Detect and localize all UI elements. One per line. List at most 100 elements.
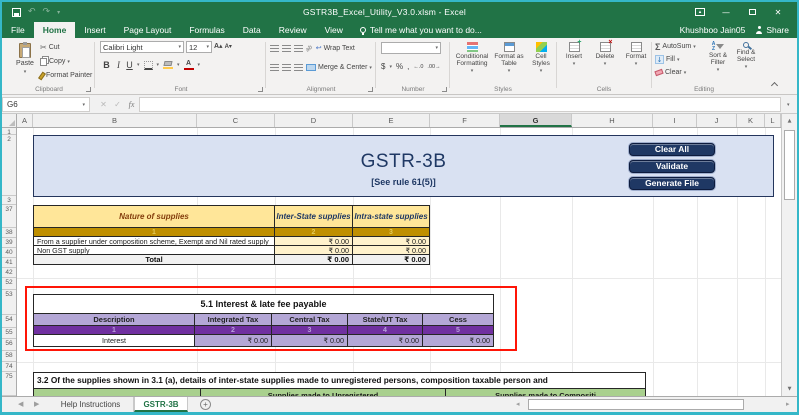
amount-cell[interactable]: ₹ 0.00 [353,237,429,246]
amount-cell[interactable]: ₹ 0.00 [423,335,493,346]
sheet-nav-right-icon[interactable]: ▶ [34,397,39,412]
sort-filter-button[interactable]: A Z Sort & Filter ▾ [706,42,730,74]
add-sheet-icon[interactable]: + [200,399,211,410]
tell-me-box[interactable]: Tell me what you want to do... [352,22,490,38]
row-header[interactable]: 1 [2,128,16,136]
header-cell[interactable] [34,389,201,396]
borders-button[interactable] [143,60,153,70]
insert-cells-button[interactable]: + Insert ▾ [561,39,587,68]
maximize-button[interactable] [739,2,765,22]
scroll-down-icon[interactable]: ▼ [782,386,797,392]
tab-file[interactable]: File [2,22,34,38]
index-cell[interactable]: 1 [34,326,195,335]
row-label-cell[interactable]: From a supplier under composition scheme… [34,237,275,246]
header-cell[interactable]: Description [34,314,195,326]
collapse-ribbon-icon[interactable] [770,81,779,90]
generate-file-button[interactable]: Generate File [629,177,715,190]
format-cells-button[interactable]: Format ▾ [623,42,649,68]
column-header-a[interactable]: A [17,114,33,127]
ribbon-display-options-button[interactable]: ▴ [687,2,713,22]
vertical-scroll-thumb[interactable] [784,130,795,200]
orientation-icon[interactable]: ab [305,44,314,53]
amount-cell[interactable]: ₹ 0.00 [353,246,429,255]
tab-view[interactable]: View [316,22,352,38]
dialog-launcher-icon[interactable] [86,87,91,92]
bold-button[interactable]: B [102,60,111,70]
name-box[interactable]: G6 ▾ [2,97,90,112]
column-header-l[interactable]: L [765,114,781,127]
fill-button[interactable]: ↓ Fill ▾ [655,54,696,65]
dialog-launcher-icon[interactable] [442,87,447,92]
spreadsheet-grid[interactable]: GSTR-3B [See rule 61(5)] Clear All Valid… [17,128,781,396]
comma-format-button[interactable]: , [407,62,409,71]
wrap-text-button[interactable]: ↩ Wrap Text [316,43,355,54]
index-cell[interactable]: 3 [272,326,348,335]
row-header[interactable]: 40 [2,248,16,258]
index-cell[interactable]: 1 [34,228,275,237]
row-header[interactable]: 53 [2,290,16,315]
row-header[interactable]: 56 [2,339,16,351]
tab-page-layout[interactable]: Page Layout [115,22,181,38]
section-title[interactable]: 5.1 Interest & late fee payable [34,295,493,314]
tab-insert[interactable]: Insert [75,22,114,38]
tab-data[interactable]: Data [234,22,270,38]
font-color-button[interactable]: A [183,60,194,70]
qat-customize-icon[interactable]: ▾ [57,8,60,17]
row-header[interactable]: 52 [2,278,16,290]
amount-cell[interactable]: ₹ 0.00 [272,335,348,346]
column-header-c[interactable]: C [197,114,275,127]
align-middle-icon[interactable] [282,45,291,52]
column-header-f[interactable]: F [430,114,500,127]
header-cell[interactable]: State/UT Tax [348,314,423,326]
column-header-g-selected[interactable]: G [500,114,572,127]
column-header-k[interactable]: K [737,114,765,127]
share-button[interactable]: Share [755,25,789,35]
header-cell[interactable]: Nature of supplies [34,206,275,228]
save-icon[interactable] [12,7,21,17]
increase-decimal-icon[interactable]: ←.0 [413,64,423,70]
amount-cell[interactable]: ₹ 0.00 [348,335,423,346]
horizontal-scroll-thumb[interactable] [528,399,744,410]
align-right-icon[interactable] [294,64,303,71]
tab-review[interactable]: Review [270,22,316,38]
minimize-button[interactable]: — [713,2,739,22]
undo-icon[interactable]: ↶ [28,7,36,17]
currency-format-button[interactable]: $ [381,62,385,71]
cell-styles-button[interactable]: Cell Styles ▾ [528,42,554,75]
tab-home[interactable]: Home [33,22,76,38]
sheet-tab-gstr3b-active[interactable]: GSTR-3B [134,397,188,412]
index-cell[interactable]: 2 [275,228,353,237]
row-header[interactable]: 3 [2,196,16,205]
clear-button[interactable]: Clear ▾ [654,67,696,78]
header-cell[interactable]: Intra-state supplies [353,206,429,228]
row-header[interactable]: 41 [2,258,16,268]
total-amount-cell[interactable]: ₹ 0.00 [275,255,353,264]
delete-cells-button[interactable]: × Delete ▾ [592,39,618,68]
header-cell[interactable]: Cess [423,314,493,326]
amount-cell[interactable]: ₹ 0.00 [275,237,353,246]
header-cell[interactable]: Supplies made to Compositi [446,389,645,396]
sheet-nav-left-icon[interactable]: ◀ [18,397,23,412]
align-center-icon[interactable] [282,64,291,71]
shrink-font-button[interactable]: A▾ [225,44,232,50]
enter-icon[interactable]: ✓ [111,97,124,112]
dialog-launcher-icon[interactable] [368,87,373,92]
column-header-h[interactable]: H [572,114,653,127]
row-header[interactable]: 37 [2,205,16,228]
align-bottom-icon[interactable] [294,45,303,52]
align-left-icon[interactable] [270,64,279,71]
column-header-e[interactable]: E [353,114,430,127]
row-header[interactable]: 42 [2,268,16,278]
row-header[interactable]: 39 [2,238,16,248]
font-family-select[interactable]: Calibri Light ▾ [100,41,184,53]
conditional-formatting-button[interactable]: Conditional Formatting ▾ [454,42,490,75]
decrease-decimal-icon[interactable]: .00→ [427,64,440,70]
copy-button[interactable]: Copy ▾ [40,56,92,67]
row-header[interactable]: 74 [2,362,16,372]
percent-format-button[interactable]: % [396,62,403,71]
find-select-button[interactable]: Find & Select ▾ [734,42,758,74]
fill-color-button[interactable] [163,61,174,69]
index-cell[interactable]: 2 [195,326,272,335]
clear-all-button[interactable]: Clear All [629,143,715,156]
merge-center-button[interactable]: Merge & Center ▾ [306,62,372,73]
